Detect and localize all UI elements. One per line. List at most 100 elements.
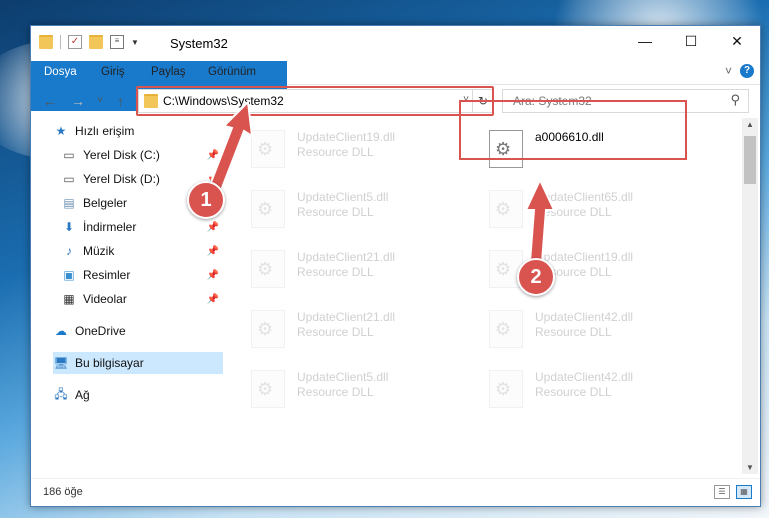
network-icon: 🖧 — [54, 386, 68, 401]
quick-access-toolbar: ✓ ≡ ▼ — [39, 35, 139, 49]
ribbon-right: ˅ ? — [725, 64, 754, 78]
sidebar-item-pictures[interactable]: ▣ Resimler 📌 — [61, 264, 223, 286]
sidebar-item-local-disk-c[interactable]: ▭ Yerel Disk (C:) 📌 — [61, 144, 223, 166]
folder-icon — [39, 35, 53, 49]
sidebar-item-music[interactable]: ♪ Müzik 📌 — [61, 240, 223, 262]
file-item[interactable]: UpdateClient21.dll Resource DLL — [227, 244, 457, 294]
sidebar-item-label: Hızlı erişim — [75, 124, 135, 138]
sidebar-item-label: Yerel Disk (D:) — [83, 172, 160, 186]
up-button[interactable]: ↑ — [117, 93, 124, 109]
dll-file-icon — [489, 190, 523, 228]
sidebar-item-quick-access[interactable]: ★ Hızlı erişim — [53, 120, 223, 142]
sidebar-item-label: Bu bilgisayar — [75, 356, 144, 370]
properties-icon[interactable]: ≡ — [110, 35, 124, 49]
file-type: Resource DLL — [297, 145, 374, 159]
file-type: Resource DLL — [535, 385, 612, 399]
properties-check-icon[interactable]: ✓ — [68, 35, 82, 49]
sidebar-item-label: Resimler — [83, 268, 131, 282]
pin-icon: 📌 — [206, 293, 219, 305]
file-name: UpdateClient5.dll — [297, 370, 389, 384]
dll-file-icon — [251, 370, 285, 408]
close-button[interactable]: ✕ — [714, 26, 760, 56]
title-bar: ✓ ≡ ▼ System32 — ☐ ✕ — [31, 26, 760, 61]
pin-icon: 📌 — [206, 245, 219, 257]
view-buttons: ☰ ▦ — [714, 485, 752, 499]
help-icon[interactable]: ? — [740, 64, 754, 78]
dll-file-icon — [489, 310, 523, 348]
drive-icon: ▭ — [63, 172, 75, 186]
details-view-icon[interactable]: ☰ — [714, 485, 730, 499]
window-title: System32 — [170, 36, 228, 51]
file-item[interactable]: UpdateClient19.dll Resource DLL — [227, 124, 457, 174]
status-bar: 186 öğe ☰ ▦ — [31, 478, 760, 505]
file-name: UpdateClient21.dll — [297, 250, 396, 264]
sidebar-item-label: Videolar — [83, 292, 127, 306]
callout-badge-2: 2 — [517, 258, 555, 296]
large-icons-view-icon[interactable]: ▦ — [736, 485, 752, 499]
file-type: Resource DLL — [297, 265, 374, 279]
star-icon: ★ — [55, 124, 67, 138]
file-item[interactable]: UpdateClient42.dll Resource DLL — [465, 364, 695, 414]
minimize-button[interactable]: — — [622, 26, 668, 56]
recent-locations-button[interactable]: ˅ — [97, 95, 103, 106]
file-item[interactable]: UpdateClient19.dll Resource DLL — [465, 244, 695, 294]
scroll-up-arrow[interactable]: ▲ — [746, 120, 754, 129]
sidebar-item-network[interactable]: 🖧 Ağ — [53, 384, 223, 406]
scrollbar-thumb[interactable] — [744, 136, 756, 184]
sidebar-item-label: OneDrive — [75, 324, 126, 338]
file-name: UpdateClient5.dll — [297, 190, 389, 204]
tab-home[interactable]: Giriş — [91, 61, 135, 84]
scroll-down-arrow[interactable]: ▼ — [746, 463, 754, 472]
back-button[interactable]: ← — [43, 93, 57, 109]
file-item[interactable]: UpdateClient5.dll Resource DLL — [227, 364, 457, 414]
sidebar-item-onedrive[interactable]: ☁ OneDrive — [53, 320, 223, 342]
sidebar-item-downloads[interactable]: ⬇ İndirmeler 📌 — [61, 216, 223, 238]
file-type: Resource DLL — [297, 325, 374, 339]
pin-icon: 📌 — [206, 149, 219, 161]
dll-file-icon — [489, 370, 523, 408]
file-type: Resource DLL — [535, 205, 612, 219]
ribbon-tabs: Dosya Giriş Paylaş Görünüm ˅ ? — [31, 61, 760, 111]
tab-view[interactable]: Görünüm — [198, 61, 266, 84]
file-item[interactable]: UpdateClient21.dll Resource DLL — [227, 304, 457, 354]
file-item[interactable]: UpdateClient42.dll Resource DLL — [465, 304, 695, 354]
pictures-icon: ▣ — [63, 268, 75, 282]
cloud-icon: ☁ — [55, 324, 67, 338]
file-name: UpdateClient21.dll — [297, 310, 396, 324]
dll-file-icon — [251, 190, 285, 228]
file-name: UpdateClient19.dll — [535, 250, 634, 264]
file-type: Resource DLL — [535, 325, 612, 339]
explorer-window: ✓ ≡ ▼ System32 — ☐ ✕ Dosya Giriş Paylaş … — [30, 25, 761, 507]
sidebar-item-label: İndirmeler — [83, 220, 137, 234]
music-icon: ♪ — [66, 244, 72, 258]
pin-icon: 📌 — [206, 221, 219, 233]
file-name: UpdateClient65.dll — [535, 190, 634, 204]
address-highlight-box — [136, 86, 494, 116]
file-list: UpdateClient19.dll Resource DLL UpdateCl… — [227, 118, 741, 474]
ribbon-collapse-caret[interactable]: ˅ — [725, 64, 732, 78]
documents-icon: ▤ — [63, 196, 75, 210]
qat-customize-caret[interactable]: ▼ — [131, 38, 139, 47]
pin-icon: 📌 — [206, 269, 219, 281]
search-icon[interactable]: ⚲ — [730, 92, 740, 108]
forward-button[interactable]: → — [71, 93, 85, 109]
file-name: UpdateClient42.dll — [535, 370, 634, 384]
tab-share[interactable]: Paylaş — [141, 61, 196, 84]
file-name: UpdateClient42.dll — [535, 310, 634, 324]
maximize-button[interactable]: ☐ — [668, 26, 714, 56]
vertical-scrollbar[interactable]: ▲ ▼ — [742, 118, 758, 474]
video-icon: ▦ — [63, 292, 75, 306]
computer-icon: 🖥 — [53, 356, 69, 370]
sidebar-item-this-pc[interactable]: 🖥 Bu bilgisayar — [53, 352, 223, 374]
drive-icon: ▭ — [63, 148, 75, 162]
file-item[interactable]: UpdateClient5.dll Resource DLL — [227, 184, 457, 234]
new-folder-icon[interactable] — [89, 35, 103, 49]
sidebar-item-videos[interactable]: ▦ Videolar 📌 — [61, 288, 223, 310]
dll-file-icon — [251, 250, 285, 288]
window-controls: — ☐ ✕ — [622, 26, 760, 56]
file-type: Resource DLL — [297, 205, 374, 219]
file-item[interactable]: UpdateClient65.dll Resource DLL — [465, 184, 695, 234]
target-file-highlight-box — [459, 100, 687, 160]
file-type: Resource DLL — [297, 385, 374, 399]
item-count: 186 öğe — [43, 486, 83, 498]
